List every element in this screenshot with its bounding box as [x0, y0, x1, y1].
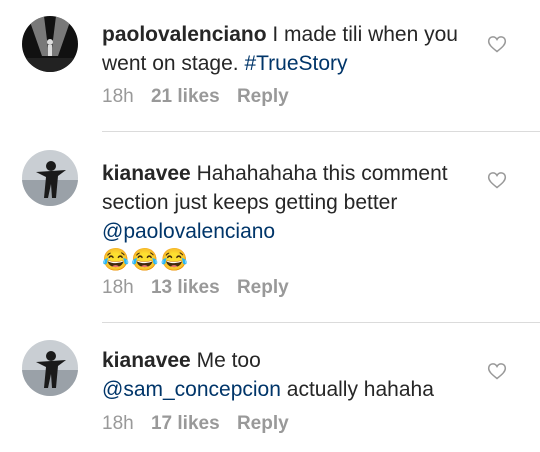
comment-username[interactable]: kianavee: [102, 162, 191, 185]
comment-meta: 18h 17 likes Reply: [102, 413, 301, 435]
comment-likes[interactable]: 13 likes: [151, 277, 220, 298]
mention-link[interactable]: @sam_concepcion: [102, 378, 281, 401]
comment-body-continued: actually hahaha: [286, 378, 434, 401]
heart-icon[interactable]: [487, 361, 507, 381]
comment-text: paolovalenciano I made tili when you wen…: [102, 20, 482, 78]
emoji-laugh-cry: 😂😂😂: [102, 247, 191, 272]
mention-link[interactable]: @paolovalenciano: [102, 220, 275, 243]
comment-time: 18h: [102, 413, 134, 434]
comment-likes[interactable]: 21 likes: [151, 86, 220, 107]
comment-meta: 18h 21 likes Reply: [102, 86, 301, 108]
comment-likes[interactable]: 17 likes: [151, 413, 220, 434]
avatar[interactable]: [22, 16, 78, 72]
divider: [102, 322, 540, 323]
divider: [102, 131, 540, 132]
heart-icon[interactable]: [487, 170, 507, 190]
comment-time: 18h: [102, 86, 134, 107]
person-silhouette-avatar-icon: [22, 150, 78, 206]
hashtag-link[interactable]: #TrueStory: [244, 52, 347, 75]
comment-text: kianavee Hahahahaha this comment section…: [102, 159, 482, 275]
avatar[interactable]: [22, 340, 78, 396]
comment-meta: 18h 13 likes Reply: [102, 277, 301, 299]
comment-body: Me too: [196, 349, 261, 372]
reply-button[interactable]: Reply: [237, 277, 289, 298]
comment-time: 18h: [102, 277, 134, 298]
heart-icon[interactable]: [487, 34, 507, 54]
stage-performer-avatar-icon: [22, 16, 78, 72]
avatar[interactable]: [22, 150, 78, 206]
comment-username[interactable]: paolovalenciano: [102, 23, 267, 46]
comment-username[interactable]: kianavee: [102, 349, 191, 372]
reply-button[interactable]: Reply: [237, 413, 289, 434]
reply-button[interactable]: Reply: [237, 86, 289, 107]
person-silhouette-avatar-icon: [22, 340, 78, 396]
comment-text: kianavee Me too @sam_concepcion actually…: [102, 346, 482, 404]
